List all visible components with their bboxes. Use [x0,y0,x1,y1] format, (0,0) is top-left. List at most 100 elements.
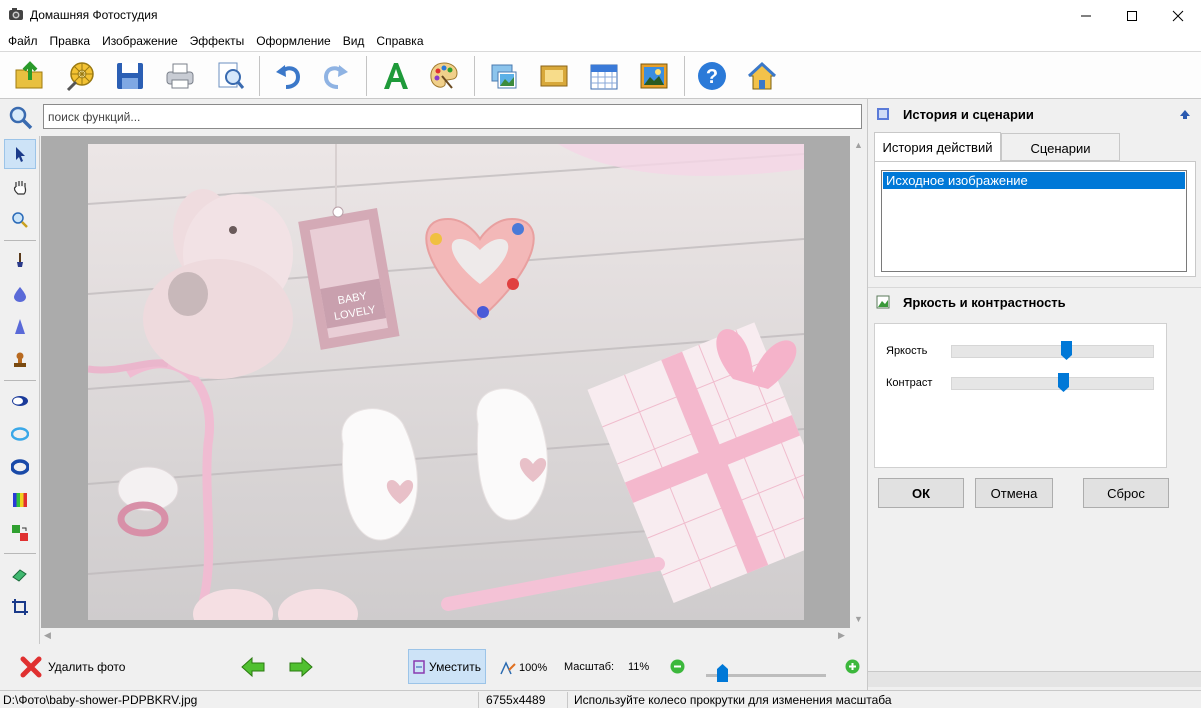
help-button[interactable]: ? [694,58,730,94]
open-button[interactable] [12,58,48,94]
lens-tool[interactable] [4,386,36,416]
search-icon[interactable] [8,105,34,131]
next-arrow-icon[interactable] [288,656,314,678]
redo-icon [323,65,348,89]
maximize-icon [1127,10,1137,21]
camera-app-icon [9,8,23,20]
replace-color-tool[interactable] [4,518,36,548]
blur-tool[interactable] [4,279,36,309]
right-panel: История и сценарии История действий Сцен… [867,99,1201,691]
collage-button[interactable] [486,58,522,94]
status-dimensions: 6755x4489 [486,693,546,707]
gradient-icon [13,493,27,507]
print-button[interactable] [162,58,198,94]
stamp-tool[interactable] [4,345,36,375]
menu-edit[interactable]: Правка [44,31,97,51]
brightness-panel-header: Яркость и контрастность [868,287,1201,315]
hand-tool[interactable] [4,172,36,202]
history-item-original[interactable]: Исходное изображение [883,172,1185,189]
redo-button[interactable] [318,58,354,94]
delete-photo-button[interactable]: Удалить фото [20,656,125,678]
status-separator [567,692,568,708]
hand-icon [13,181,27,195]
eraser-icon [12,569,27,582]
zoom-label: Масштаб: [564,661,615,673]
brightness-slider[interactable] [951,341,1154,360]
reset-button[interactable]: Сброс [1083,478,1169,508]
home-button[interactable] [744,58,780,94]
enhance-button[interactable] [62,58,98,94]
menu-view[interactable]: Вид [337,31,371,51]
text-button[interactable] [378,58,414,94]
preview-button[interactable] [212,58,248,94]
menu-help[interactable]: Справка [370,31,429,51]
toolbar-separator [474,56,475,96]
ok-button[interactable]: ОК [878,478,964,508]
scroll-left-arrow-icon[interactable]: ◀ [44,630,51,641]
collapse-up-icon[interactable] [1178,106,1192,120]
brightness-slider-thumb[interactable] [1061,341,1072,360]
prev-arrow-icon[interactable] [240,656,266,678]
replace-color-icon [12,525,28,541]
toolbar-separator [366,56,367,96]
brush-icon [17,253,23,267]
text-icon [384,63,408,89]
calendar-icon [590,64,618,90]
contrast-label: Контраст [886,377,933,389]
pointer-icon [16,147,25,162]
brightness-contrast-box: Яркость Контраст [874,323,1167,468]
palette-button[interactable] [426,58,462,94]
home-icon [747,61,777,90]
undo-button[interactable] [270,58,306,94]
scroll-up-arrow-icon[interactable]: ▲ [854,140,863,150]
postcard-button[interactable] [636,58,672,94]
horizontal-scrollbar[interactable]: ◀ ▶ [41,628,850,644]
zoom-out-icon[interactable] [670,659,685,674]
toolbar-separator [259,56,260,96]
close-button[interactable] [1155,0,1201,31]
contrast-slider-thumb[interactable] [1058,373,1069,392]
menu-design[interactable]: Оформление [250,31,336,51]
delete-x-icon [20,656,42,678]
vignette-tool[interactable] [4,419,36,449]
vertical-scrollbar[interactable]: ▲ ▼ [850,136,867,628]
scroll-down-arrow-icon[interactable]: ▼ [854,614,863,624]
frame-icon [540,65,568,87]
menu-effects[interactable]: Эффекты [184,31,251,51]
save-button[interactable] [112,58,148,94]
lens-icon [12,396,28,406]
sharpen-tool[interactable] [4,312,36,342]
history-list[interactable]: Исходное изображение [881,170,1187,272]
contrast-slider[interactable] [951,373,1154,392]
actual-size-button[interactable]: 100% [500,661,547,675]
tool-separator [4,380,36,381]
search-row [0,99,867,136]
focus-tool[interactable] [4,452,36,482]
frame-button[interactable] [536,58,572,94]
scroll-right-arrow-icon[interactable]: ▶ [838,630,845,641]
zoom-in-icon[interactable] [845,659,860,674]
menu-file[interactable]: Файл [2,31,44,51]
fit-button[interactable]: Уместить [408,649,486,684]
actual-size-icon [500,661,516,675]
search-input[interactable] [43,104,862,129]
pointer-tool[interactable] [4,139,36,169]
maximize-button[interactable] [1109,0,1155,31]
zoom-slider-thumb[interactable] [717,664,728,682]
image-canvas[interactable]: BABY LOVELY [41,136,850,628]
sharpen-icon [15,319,25,334]
tab-scenarios[interactable]: Сценарии [1001,133,1120,161]
brush-tool[interactable] [4,246,36,276]
zoom-slider[interactable] [706,664,826,682]
cancel-button[interactable]: Отмена [975,478,1053,508]
zoom-tool[interactable] [4,205,36,235]
eraser-tool[interactable] [4,559,36,589]
tab-history[interactable]: История действий [874,132,1001,162]
menu-image[interactable]: Изображение [96,31,184,51]
minimize-button[interactable] [1063,0,1109,31]
gradient-tool[interactable] [4,485,36,515]
calendar-button[interactable] [586,58,622,94]
preview-icon [218,62,245,89]
crop-tool[interactable] [4,592,36,622]
tool-separator [4,240,36,241]
